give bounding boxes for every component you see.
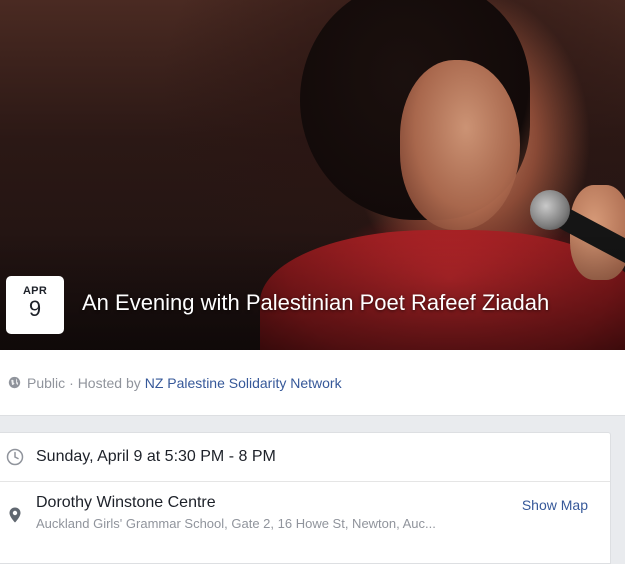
event-title: An Evening with Palestinian Poet Rafeef … [82,290,550,315]
host-link[interactable]: NZ Palestine Solidarity Network [145,375,342,391]
event-location-row: Dorothy Winstone Centre Auckland Girls' … [0,482,610,531]
map-pin-icon [9,507,21,523]
clock-icon [6,448,24,466]
microphone-icon [530,190,570,230]
event-date-day: 9 [28,296,42,321]
location-address: Auckland Girls' Grammar School, Gate 2, … [36,516,436,531]
event-privacy-bar: Public · Hosted by NZ Palestine Solidari… [0,350,625,416]
privacy-label: Public [27,374,66,391]
hosted-by-prefix: · Hosted by [69,374,141,391]
show-map-link[interactable]: Show Map [522,497,588,513]
globe-icon [8,376,21,389]
event-time-row: Sunday, April 9 at 5:30 PM - 8 PM [0,433,610,482]
event-details-card: Sunday, April 9 at 5:30 PM - 8 PM Doroth… [0,432,611,564]
event-time-text[interactable]: Sunday, April 9 at 5:30 PM - 8 PM [36,448,276,466]
event-date-badge: APR 9 [6,276,64,334]
location-name[interactable]: Dorothy Winstone Centre [36,494,436,512]
cover-figure-face [400,60,520,230]
event-location-text: Dorothy Winstone Centre Auckland Girls' … [36,494,436,531]
event-cover-photo[interactable]: APR 9 An Evening with Palestinian Poet R… [0,0,625,350]
